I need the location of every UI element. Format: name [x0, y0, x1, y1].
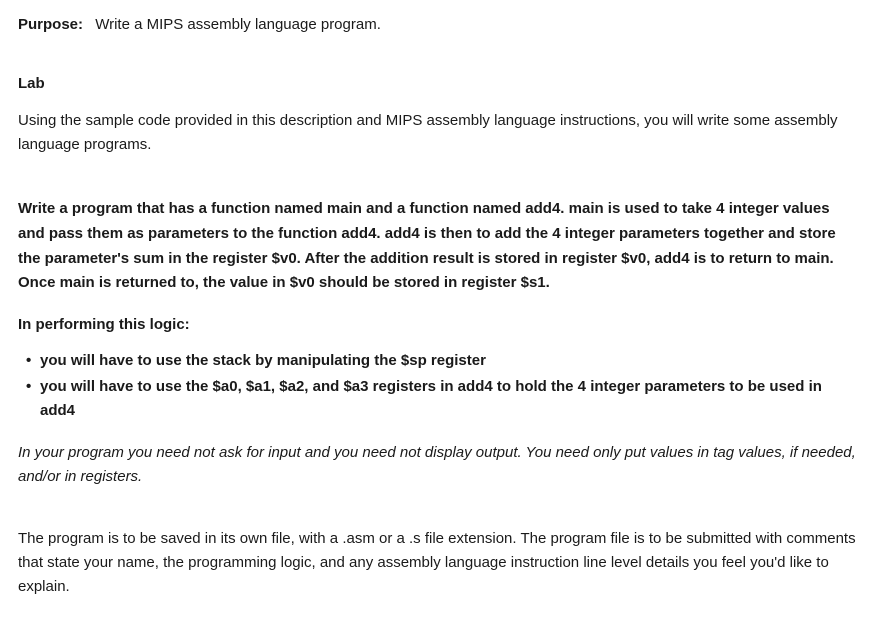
purpose-line: Purpose: Write a MIPS assembly language … [18, 14, 856, 37]
purpose-label: Purpose: [18, 16, 83, 33]
purpose-text: Write a MIPS assembly language program. [95, 16, 381, 33]
program-spec: Write a program that has a function name… [18, 197, 856, 296]
logic-heading: In performing this logic: [18, 314, 856, 337]
list-item: you will have to use the stack by manipu… [40, 349, 856, 373]
closing-instructions: The program is to be saved in its own fi… [18, 527, 856, 599]
list-item: you will have to use the $a0, $a1, $a2, … [40, 375, 856, 423]
lab-intro: Using the sample code provided in this d… [18, 109, 856, 157]
io-note: In your program you need not ask for inp… [18, 441, 856, 489]
logic-bullet-list: you will have to use the stack by manipu… [18, 349, 856, 423]
lab-heading: Lab [18, 73, 856, 96]
